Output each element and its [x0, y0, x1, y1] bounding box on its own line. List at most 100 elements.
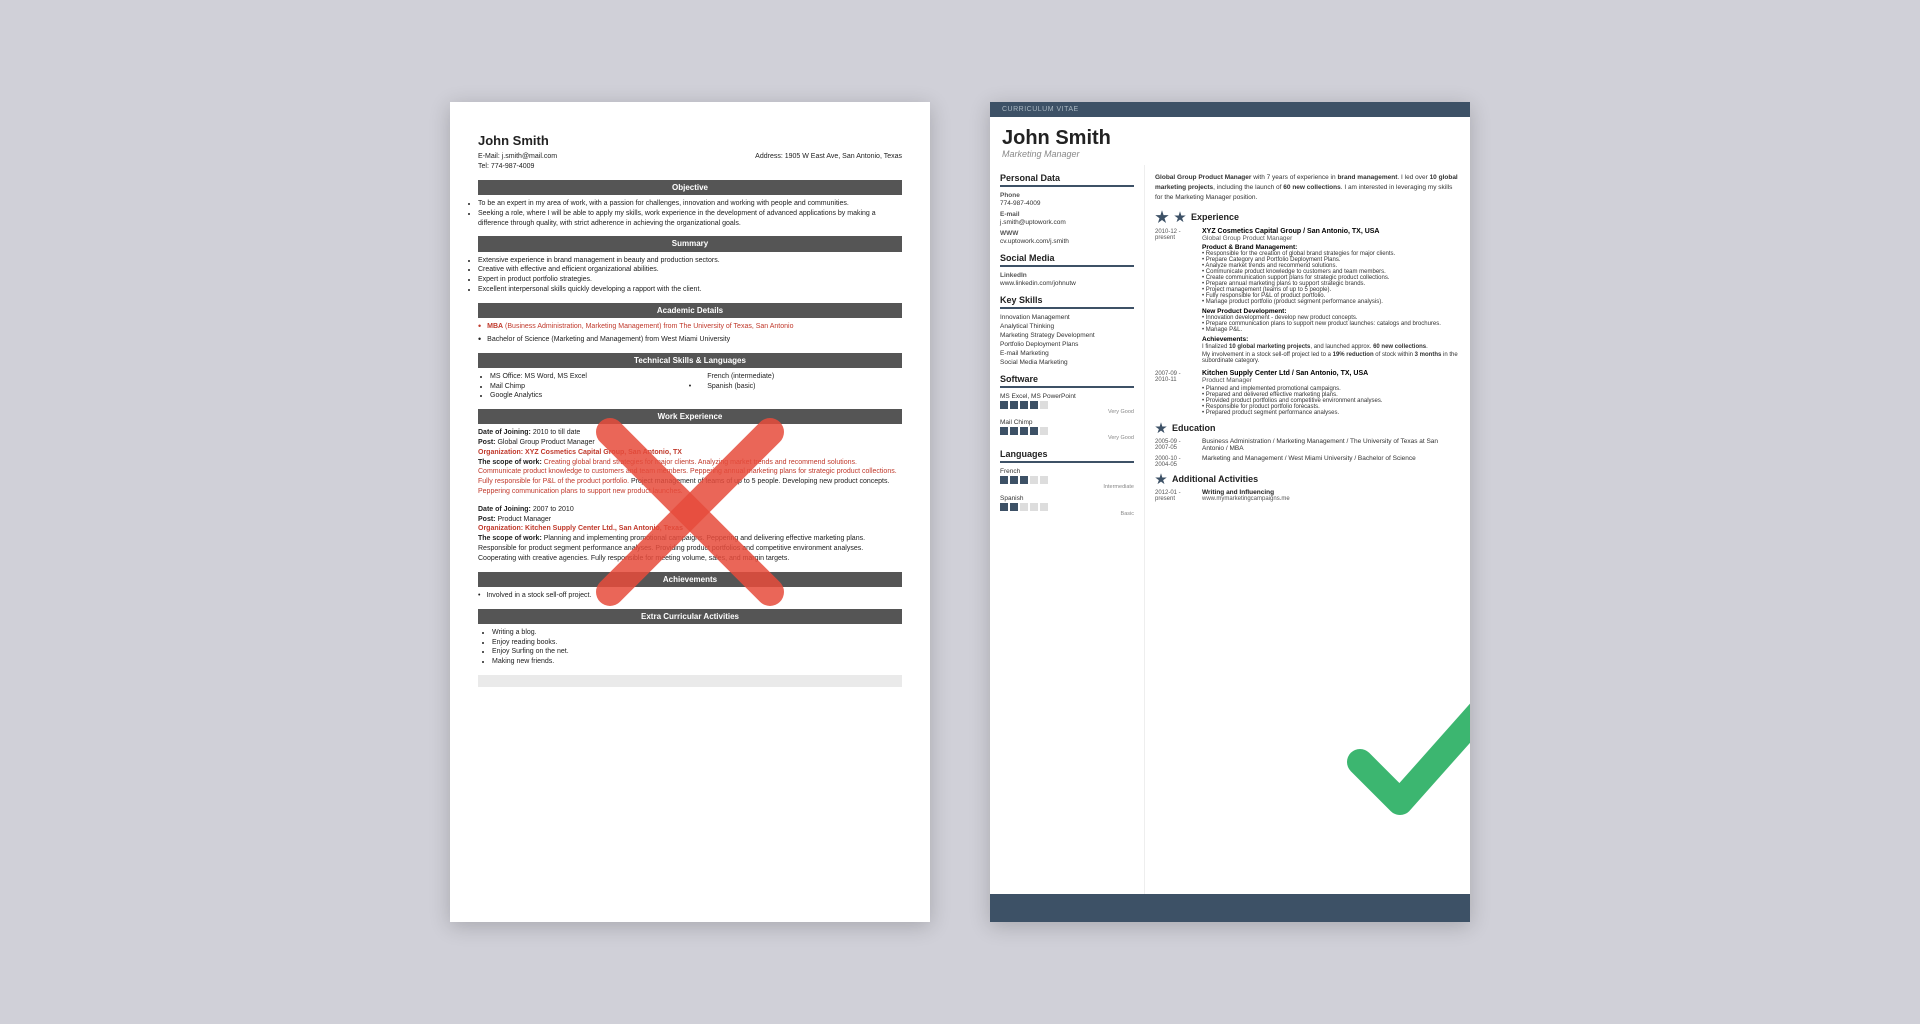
email-label: E-mail	[1000, 211, 1134, 218]
list-item: Writing a blog.	[492, 628, 902, 638]
activity-detail-1: www.mymarketingcampaigns.me	[1202, 496, 1460, 502]
list-item: Creative with effective and efficient or…	[478, 265, 902, 275]
cv-label: Curriculum Vitae	[990, 102, 1470, 117]
bottom-rule	[478, 675, 902, 687]
activity-title-1: Writing and Influencing	[1202, 489, 1460, 496]
left-address: Address: 1905 W East Ave, San Antonio, T…	[755, 152, 902, 162]
language-item-2: Spanish Basic	[1000, 495, 1134, 517]
objective-list: To be an expert in my area of work, with…	[478, 199, 902, 228]
summary-list: Extensive experience in brand management…	[478, 256, 902, 295]
right-header: John Smith Marketing Manager	[990, 117, 1470, 165]
right-resume: Curriculum Vitae John Smith Marketing Ma…	[990, 102, 1470, 922]
linkedin-label: LinkedIn	[1000, 272, 1134, 279]
languages-title: Languages	[1000, 449, 1134, 463]
list-item: Seeking a role, where I will be able to …	[478, 209, 902, 229]
exp-content-1: XYZ Cosmetics Capital Group / San Antoni…	[1202, 228, 1460, 364]
intro-text: Global Group Product Manager with 7 year…	[1155, 173, 1460, 202]
exp-company-2: Kitchen Supply Center Ltd / San Antonio,…	[1202, 370, 1460, 377]
exp-role-2: Product Manager	[1202, 377, 1460, 384]
star-icon-3	[1155, 473, 1167, 485]
experience-title: Experience	[1155, 210, 1460, 224]
list-item: E-mail Marketing	[1000, 350, 1134, 357]
bottom-bar	[990, 894, 1470, 922]
language-item-1: French Intermediate	[1000, 468, 1134, 490]
additional-title: Additional Activities	[1172, 474, 1258, 484]
list-item: Extensive experience in brand management…	[478, 256, 902, 266]
linkedin-value: www.linkedin.com/johnutw	[1000, 280, 1134, 287]
phone-label: Phone	[1000, 192, 1134, 199]
objective-header: Objective	[478, 180, 902, 195]
exp-entry-2: 2007-09 -2010-11 Kitchen Supply Center L…	[1155, 370, 1460, 416]
list-item: Innovation Management	[1000, 314, 1134, 321]
list-item: Social Media Marketing	[1000, 359, 1134, 366]
exp-company-1: XYZ Cosmetics Capital Group / San Antoni…	[1202, 228, 1460, 235]
left-column: Personal Data Phone 774-987-4009 E-mail …	[990, 165, 1145, 894]
resume-body: Personal Data Phone 774-987-4009 E-mail …	[990, 165, 1470, 894]
exp-entry-1: 2010-12 -present XYZ Cosmetics Capital G…	[1155, 228, 1460, 364]
list-item: Analytical Thinking	[1000, 323, 1134, 330]
left-resume: John Smith E-Mail: j.smith@mail.com Tel:…	[450, 102, 930, 922]
left-name: John Smith	[478, 132, 902, 150]
exp-subsection-2: New Product Development:	[1202, 308, 1460, 315]
list-item: • Bachelor of Science (Marketing and Man…	[478, 335, 902, 345]
list-item: French (intermediate)	[707, 372, 902, 382]
software-title: Software	[1000, 374, 1134, 388]
exp-date-1: 2010-12 -present	[1155, 228, 1200, 364]
email-value: j.smith@uptowork.com	[1000, 219, 1134, 226]
summary-header: Summary	[478, 236, 902, 251]
academic-header: Academic Details	[478, 303, 902, 318]
star-icon	[1174, 211, 1186, 223]
additional-entry-1: 2012-01 -present Writing and Influencing…	[1155, 489, 1460, 502]
list-item: Spanish (basic)	[707, 382, 902, 392]
key-skills-list: Innovation Management Analytical Thinkin…	[1000, 314, 1134, 366]
skills-section: MS Office: MS Word, MS Excel Mail Chimp …	[478, 372, 902, 401]
key-skills-title: Key Skills	[1000, 295, 1134, 309]
work-header: Work Experience	[478, 409, 902, 424]
www-value: cv.uptowork.com/j.smith	[1000, 238, 1134, 245]
work-entry-1: Date of Joining: 2010 to till date Post:…	[478, 428, 902, 497]
left-phone: Tel: 774-987-4009	[478, 162, 557, 172]
list-item: Expert in product portfolio strategies.	[478, 275, 902, 285]
list-item: Enjoy reading books.	[492, 638, 902, 648]
right-column: Global Group Product Manager with 7 year…	[1145, 165, 1470, 894]
achievements-label-1: Achievements:	[1202, 336, 1460, 343]
list-item: • Manage product portfolio (product segm…	[1202, 299, 1460, 305]
list-item: To be an expert in my area of work, with…	[478, 199, 902, 209]
list-item: • Manage P&L.	[1202, 327, 1460, 333]
left-email: E-Mail: j.smith@mail.com	[478, 152, 557, 162]
list-item: Marketing Strategy Development	[1000, 332, 1134, 339]
software-item-1: MS Excel, MS PowerPoint Very Good	[1000, 393, 1134, 415]
achievements-list: • Involved in a stock sell-off project.	[478, 591, 902, 601]
extra-list: Writing a blog. Enjoy reading books. Enj…	[478, 628, 902, 667]
right-title: Marketing Manager	[1002, 149, 1458, 159]
list-item: Making new friends.	[492, 657, 902, 667]
additional-section-header: Additional Activities	[1155, 473, 1460, 485]
www-label: WWW	[1000, 230, 1134, 237]
exp-subsection-1: Product & Brand Management:	[1202, 244, 1460, 251]
right-name: John Smith	[1002, 127, 1458, 149]
exp-content-2: Kitchen Supply Center Ltd / San Antonio,…	[1202, 370, 1460, 416]
phone-value: 774-987-4009	[1000, 200, 1134, 207]
edu-entry-2: 2000-10 -2004-05 Marketing and Managemen…	[1155, 455, 1460, 468]
star-icon-2	[1155, 422, 1167, 434]
list-item: MS Office: MS Word, MS Excel	[490, 372, 673, 382]
edu-entry-1: 2005-09 -2007-05 Business Administration…	[1155, 438, 1460, 452]
work-entry-2: Date of Joining: 2007 to 2010 Post: Prod…	[478, 505, 902, 564]
achievement-text-1: I finalized 10 global marketing projects…	[1202, 344, 1460, 350]
list-item: Enjoy Surfing on the net.	[492, 647, 902, 657]
exp-date-2: 2007-09 -2010-11	[1155, 370, 1200, 416]
list-item: Portfolio Deployment Plans	[1000, 341, 1134, 348]
education-section-header: Education	[1155, 422, 1460, 434]
list-item: Mail Chimp	[490, 382, 673, 392]
extra-header: Extra Curricular Activities	[478, 609, 902, 624]
list-item: • MBA (Business Administration, Marketin…	[478, 322, 902, 332]
list-item: Google Analytics	[490, 391, 673, 401]
list-item: Excellent interpersonal skills quickly d…	[478, 285, 902, 295]
edu-degree-1: Business Administration / Marketing Mana…	[1202, 438, 1460, 452]
social-media-title: Social Media	[1000, 253, 1134, 267]
achievement-text-2: My involvement in a stock sell-off proje…	[1202, 352, 1460, 364]
list-item: • Prepared product segment performance a…	[1202, 410, 1460, 416]
achievements-header: Achievements	[478, 572, 902, 587]
exp-role-1: Global Group Product Manager	[1202, 235, 1460, 242]
edu-degree-2: Marketing and Management / West Miami Un…	[1202, 455, 1460, 468]
